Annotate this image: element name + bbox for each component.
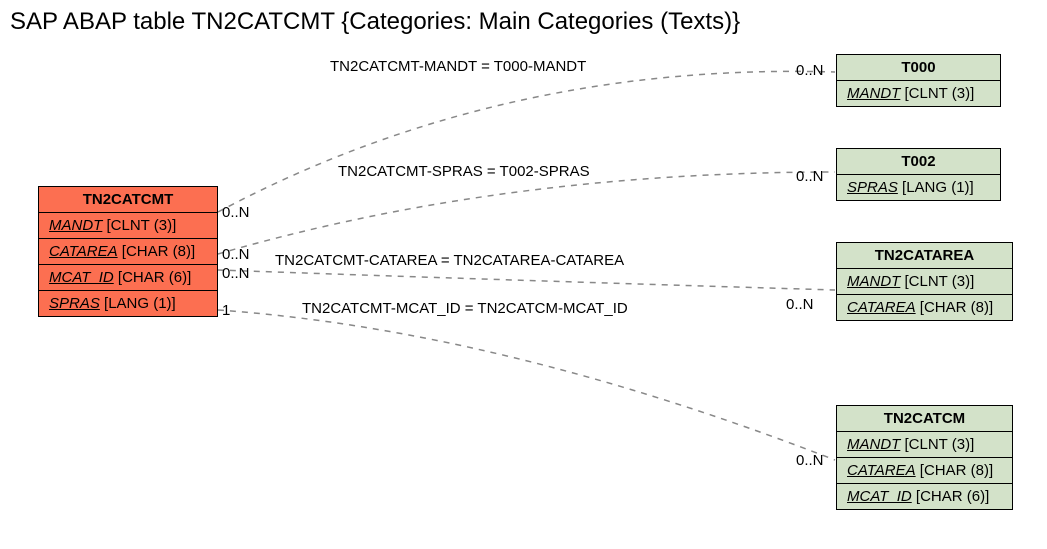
entity-field: MANDT [CLNT (3)] xyxy=(837,81,1000,106)
entity-title: TN2CATCM xyxy=(837,406,1012,432)
cardinality: 0..N xyxy=(796,168,824,185)
entity-field: MANDT [CLNT (3)] xyxy=(837,432,1012,458)
relation-label: TN2CATCMT-MANDT = T000-MANDT xyxy=(330,58,586,75)
page-title: SAP ABAP table TN2CATCMT {Categories: Ma… xyxy=(10,8,740,36)
cardinality: 0..N xyxy=(796,62,824,79)
entity-t000: T000 MANDT [CLNT (3)] xyxy=(836,54,1001,107)
entity-field: MCAT_ID [CHAR (6)] xyxy=(837,484,1012,509)
entity-field: CATAREA [CHAR (8)] xyxy=(837,295,1012,320)
entity-field: SPRAS [LANG (1)] xyxy=(39,291,217,316)
entity-field: SPRAS [LANG (1)] xyxy=(837,175,1000,200)
relation-label: TN2CATCMT-MCAT_ID = TN2CATCM-MCAT_ID xyxy=(302,300,628,317)
entity-title: T002 xyxy=(837,149,1000,175)
entity-title: TN2CATCMT xyxy=(39,187,217,213)
entity-field: MANDT [CLNT (3)] xyxy=(39,213,217,239)
entity-field: MANDT [CLNT (3)] xyxy=(837,269,1012,295)
entity-title: TN2CATAREA xyxy=(837,243,1012,269)
entity-field: CATAREA [CHAR (8)] xyxy=(39,239,217,265)
cardinality: 0..N xyxy=(786,296,814,313)
cardinality: 0..N xyxy=(222,246,250,263)
entity-tn2catarea: TN2CATAREA MANDT [CLNT (3)] CATAREA [CHA… xyxy=(836,242,1013,321)
cardinality: 0..N xyxy=(222,204,250,221)
cardinality: 1 xyxy=(222,302,230,319)
cardinality: 0..N xyxy=(796,452,824,469)
entity-t002: T002 SPRAS [LANG (1)] xyxy=(836,148,1001,201)
entity-field: MCAT_ID [CHAR (6)] xyxy=(39,265,217,291)
relation-label: TN2CATCMT-SPRAS = T002-SPRAS xyxy=(338,163,590,180)
cardinality: 0..N xyxy=(222,265,250,282)
entity-tn2catcm: TN2CATCM MANDT [CLNT (3)] CATAREA [CHAR … xyxy=(836,405,1013,510)
relation-label: TN2CATCMT-CATAREA = TN2CATAREA-CATAREA xyxy=(275,252,624,269)
entity-field: CATAREA [CHAR (8)] xyxy=(837,458,1012,484)
entity-title: T000 xyxy=(837,55,1000,81)
entity-tn2catcmt: TN2CATCMT MANDT [CLNT (3)] CATAREA [CHAR… xyxy=(38,186,218,317)
